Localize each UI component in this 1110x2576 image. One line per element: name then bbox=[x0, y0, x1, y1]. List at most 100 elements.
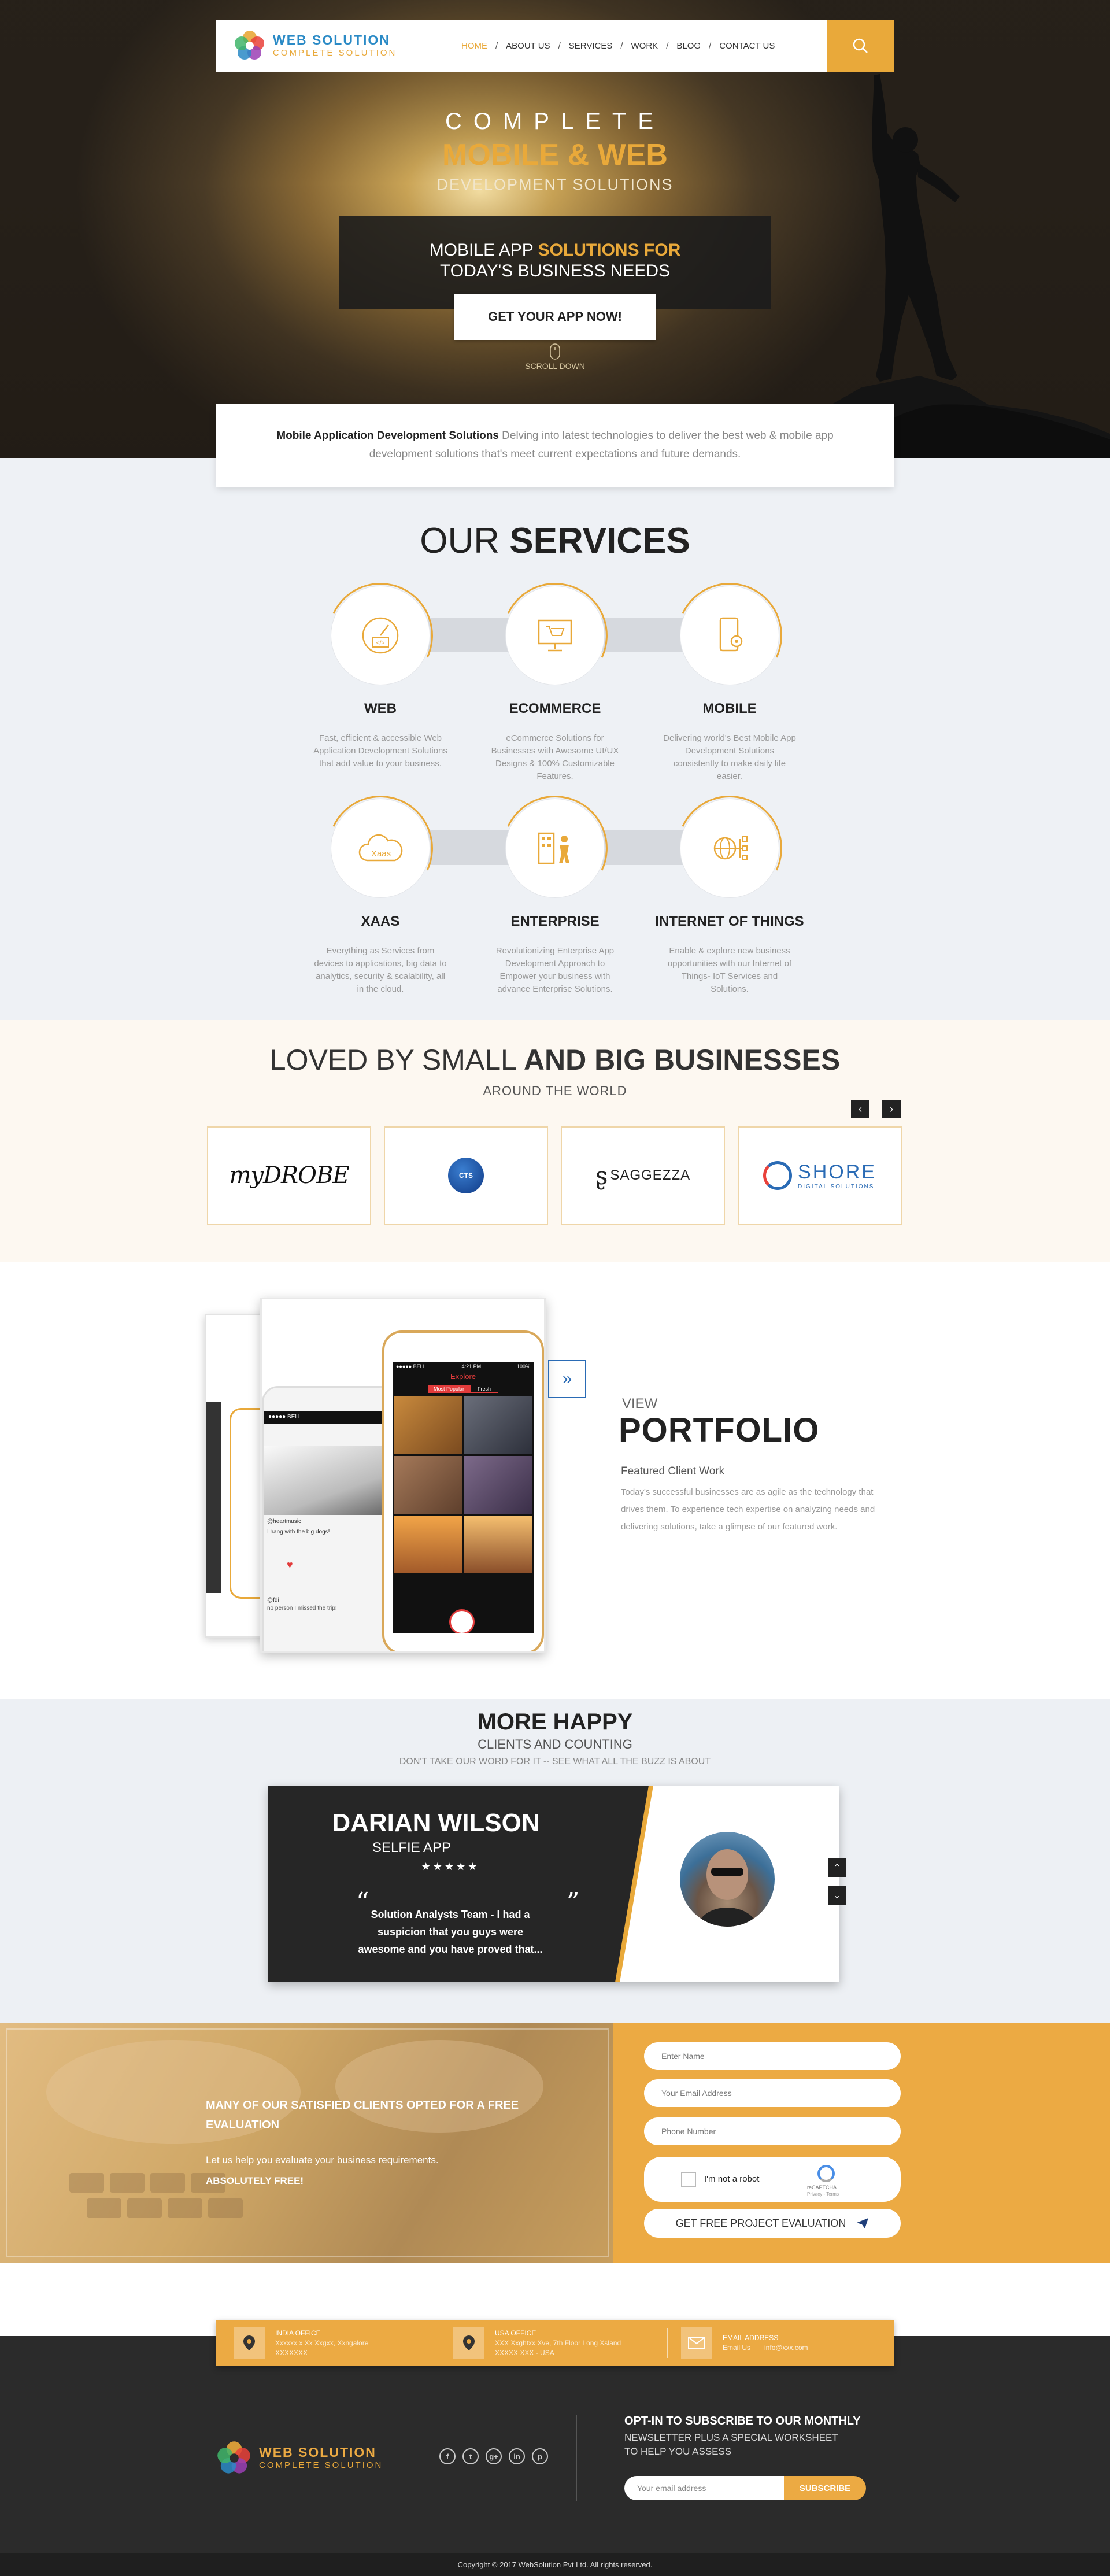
email-address[interactable]: info@xxx.com bbox=[764, 2343, 808, 2353]
evaluation-free: ABSOLUTELY FREE! bbox=[206, 2175, 304, 2186]
client-logo-card[interactable]: myDROBE bbox=[207, 1126, 371, 1225]
scroll-down-hint[interactable]: SCROLL DOWN bbox=[497, 343, 613, 371]
main-menu: HOME / ABOUT US / SERVICES / WORK / BLOG / CO… bbox=[453, 20, 783, 72]
newsletter-email-input[interactable]: Your email address bbox=[624, 2476, 786, 2500]
email-field[interactable]: Your Email Address bbox=[644, 2079, 901, 2107]
search-button[interactable] bbox=[827, 20, 894, 72]
client-logo-card[interactable]: CTS bbox=[384, 1126, 548, 1225]
service-card-web[interactable]: </> WEB Fast, efficient & accessible Web… bbox=[299, 568, 461, 770]
newsletter-sub2: TO HELP YOU ASSESS bbox=[624, 2446, 732, 2457]
nav-contact-us[interactable]: CONTACT US bbox=[711, 41, 783, 51]
nav-home[interactable]: HOME bbox=[453, 41, 495, 51]
top-navbar: WEB SOLUTION COMPLETE SOLUTION HOME / ABO… bbox=[216, 20, 894, 72]
linkedin-icon[interactable]: in bbox=[509, 2448, 525, 2464]
office-line2: XXXXX XXX - USA bbox=[495, 2348, 554, 2357]
service-title: MOBILE bbox=[702, 701, 757, 716]
twitter-icon[interactable]: t bbox=[462, 2448, 479, 2464]
heart-icon[interactable]: ♥ bbox=[287, 1559, 293, 1571]
office-label: INDIA OFFICE bbox=[275, 2329, 321, 2337]
phone-screen: ●●●●● BELL 4:21 PM 100% Explore Most Pop… bbox=[393, 1362, 534, 1633]
close-quote-icon: ” bbox=[567, 1887, 580, 1917]
nav-work[interactable]: WORK bbox=[623, 41, 667, 51]
phone-tab-fresh[interactable]: Fresh bbox=[470, 1385, 499, 1393]
photo-tile[interactable] bbox=[464, 1516, 532, 1573]
email-us-link[interactable]: Email Us bbox=[723, 2343, 750, 2353]
phone-status-battery: 100% bbox=[516, 1363, 530, 1369]
get-your-app-button[interactable]: GET YOUR APP NOW! bbox=[454, 294, 656, 340]
saggezza-logo: SAGGEZZA bbox=[610, 1167, 691, 1183]
intro-bold: Mobile Application Development Solutions bbox=[276, 430, 499, 442]
photo-tile[interactable] bbox=[464, 1396, 532, 1454]
office-label: USA OFFICE bbox=[495, 2329, 536, 2337]
shore-logo: SHORE bbox=[798, 1161, 876, 1183]
recaptcha-checkbox[interactable] bbox=[681, 2172, 696, 2187]
footer-brand-name: WEB SOLUTION bbox=[259, 2445, 376, 2460]
portfolio-section: ●●●●● BELL @heartmusic I hang with the b… bbox=[0, 1262, 1110, 1699]
testimonial-subtitle: CLIENTS AND COUNTING bbox=[478, 1737, 632, 1751]
service-card-iot[interactable]: INTERNET OF THINGS Enable & explore new … bbox=[649, 781, 811, 996]
phone-comment-user: @fdi bbox=[267, 1597, 279, 1603]
photo-tile[interactable] bbox=[394, 1456, 462, 1514]
testimonial-tagline: DON'T TAKE OUR WORD FOR IT -- SEE WHAT A… bbox=[399, 1757, 711, 1766]
nav-blog[interactable]: BLOG bbox=[668, 41, 709, 51]
recaptcha-terms[interactable]: Privacy - Terms bbox=[807, 2191, 839, 2197]
phone-app-title: Explore bbox=[450, 1372, 476, 1381]
service-title: XAAS bbox=[361, 914, 400, 929]
phone-tab-popular[interactable]: Most Popular bbox=[427, 1385, 470, 1393]
testimonial-app: SELFIE APP bbox=[372, 1840, 452, 1856]
clients-next-button[interactable]: › bbox=[882, 1100, 901, 1118]
testimonial-up-button[interactable]: ⌃ bbox=[828, 1858, 846, 1877]
mouse-icon bbox=[550, 343, 560, 360]
paper-plane-icon bbox=[857, 2218, 869, 2228]
evaluation-desc: Let us help you evaluate your business r… bbox=[206, 2154, 439, 2165]
recaptcha-brand: reCAPTCHA bbox=[807, 2185, 837, 2190]
pinterest-icon[interactable]: p bbox=[532, 2448, 548, 2464]
camera-button[interactable] bbox=[449, 1609, 475, 1633]
brand-logo[interactable]: WEB SOLUTION COMPLETE SOLUTION bbox=[234, 30, 397, 61]
service-card-ecommerce[interactable]: ECOMMERCE eCommerce Solutions for Busine… bbox=[474, 568, 636, 783]
get-free-evaluation-button[interactable]: GET FREE PROJECT EVALUATION bbox=[644, 2209, 901, 2238]
chevron-down-icon: ⌄ bbox=[833, 1891, 841, 1901]
india-office: INDIA OFFICE Xxxxxx x Xx Xxgxx, Xxngalore… bbox=[234, 2326, 368, 2360]
service-card-xaas[interactable]: Xaas XAAS Everything as Services from de… bbox=[299, 781, 461, 996]
service-card-mobile[interactable]: MOBILE Delivering world's Best Mobile Ap… bbox=[649, 568, 811, 783]
subscribe-button[interactable]: SUBSCRIBE bbox=[784, 2476, 866, 2500]
photo-tile[interactable] bbox=[394, 1516, 462, 1573]
footer-logo[interactable]: WEB SOLUTION COMPLETE SOLUTION bbox=[216, 2440, 383, 2476]
phone-front-mockup: ●●●●● BELL 4:21 PM 100% Explore Most Pop… bbox=[382, 1330, 544, 1651]
nav-about-us[interactable]: ABOUT US bbox=[498, 41, 558, 51]
clients-prev-button[interactable]: ‹ bbox=[851, 1100, 870, 1118]
service-desc: Revolutionizing Enterprise App Developme… bbox=[495, 946, 615, 994]
client-logo-card[interactable]: ʂ SAGGEZZA bbox=[561, 1126, 725, 1225]
shore-logo-sub: DIGITAL SOLUTIONS bbox=[798, 1184, 875, 1190]
photo-guitar[interactable] bbox=[394, 1396, 462, 1454]
phone-field[interactable]: Phone Number bbox=[644, 2117, 901, 2145]
portfolio-next-button[interactable]: » bbox=[548, 1360, 586, 1398]
portfolio-desc: Today's successful businesses are as agi… bbox=[621, 1487, 875, 1532]
rating-stars: ★★★★★ bbox=[421, 1861, 480, 1872]
hero-section: WEB SOLUTION COMPLETE SOLUTION HOME / ABO… bbox=[0, 0, 1110, 458]
brand-flower-icon bbox=[217, 2441, 250, 2474]
name-field[interactable]: Enter Name bbox=[644, 2042, 901, 2070]
facebook-icon[interactable]: f bbox=[439, 2448, 456, 2464]
nav-services[interactable]: SERVICES bbox=[561, 41, 621, 51]
testimonial-down-button[interactable]: ⌄ bbox=[828, 1886, 846, 1905]
hero-heading-line2: MOBILE & WEB bbox=[442, 138, 668, 172]
photo-tile[interactable] bbox=[464, 1456, 532, 1514]
client-logo-card[interactable]: SHORE DIGITAL SOLUTIONS bbox=[738, 1126, 902, 1225]
clients-title-plain: LOVED BY SMALL bbox=[269, 1044, 524, 1076]
office-line2: XXXXXXX bbox=[275, 2348, 308, 2357]
hero-tagline-line2: TODAY'S BUSINESS NEEDS bbox=[439, 261, 671, 280]
hero-tagline-accent: SOLUTIONS FOR bbox=[538, 241, 681, 260]
chevron-left-icon: ‹ bbox=[859, 1103, 862, 1115]
service-card-enterprise[interactable]: ENTERPRISE Revolutionizing Enterprise Ap… bbox=[474, 781, 636, 996]
phone-comment: no person I missed the trip! bbox=[267, 1605, 337, 1612]
testimonial-quote: Solution Analysts Team - I had a suspici… bbox=[358, 1909, 543, 1955]
google-plus-icon[interactable]: g+ bbox=[486, 2448, 502, 2464]
services-title-plain: OUR bbox=[420, 521, 510, 561]
saggezza-s-icon: ʂ bbox=[595, 1161, 608, 1190]
brand-tagline: COMPLETE SOLUTION bbox=[273, 48, 397, 58]
portfolio-main-card[interactable]: ●●●●● BELL @heartmusic I hang with the b… bbox=[260, 1298, 546, 1653]
testimonial-card: DARIAN WILSON SELFIE APP ★★★★★ “ ” Solut… bbox=[268, 1786, 839, 1982]
recaptcha-logo-icon bbox=[817, 2165, 835, 2182]
